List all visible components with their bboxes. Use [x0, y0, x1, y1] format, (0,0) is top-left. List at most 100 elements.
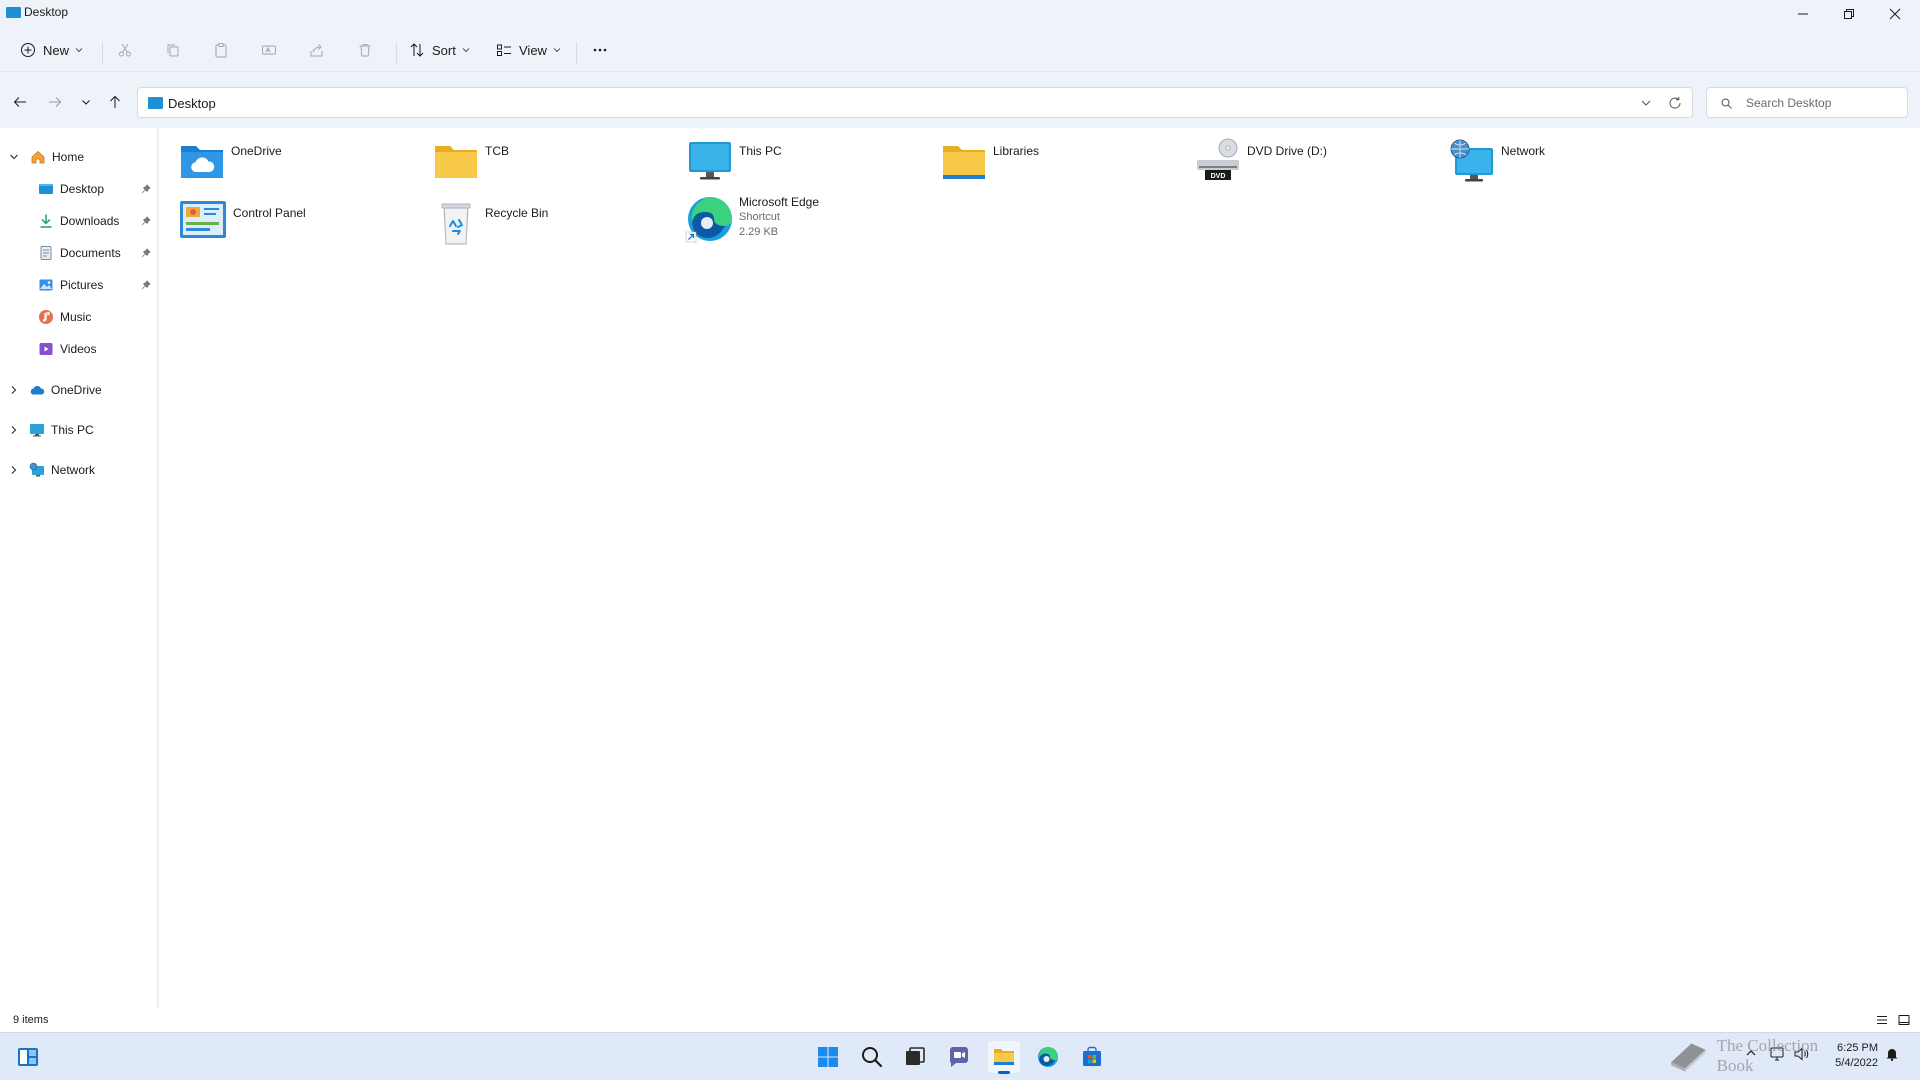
- copy-icon: [167, 44, 179, 57]
- minimize-icon: [1798, 13, 1808, 15]
- file-name: Recycle Bin: [485, 206, 549, 220]
- file-item[interactable]: DVD DVD Drive (D:): [1195, 138, 1327, 184]
- file-item[interactable]: Network: [1449, 138, 1545, 184]
- view-button[interactable]: View: [496, 36, 561, 64]
- chevron-down-icon[interactable]: [9, 152, 19, 162]
- edge-taskbar-button[interactable]: [1032, 1041, 1064, 1073]
- toolbar-separator: [576, 42, 577, 64]
- file-name: TCB: [485, 144, 509, 158]
- chevron-down-icon: [553, 48, 561, 53]
- back-button[interactable]: [10, 92, 30, 112]
- sort-icon: [410, 43, 424, 57]
- dvd-badge: DVD: [1211, 173, 1226, 180]
- sidebar-item-desktop[interactable]: Desktop: [0, 177, 158, 201]
- close-icon: [1889, 8, 1901, 20]
- share-button[interactable]: [309, 36, 325, 64]
- task-view-button[interactable]: [899, 1041, 931, 1073]
- sidebar-item-downloads[interactable]: Downloads: [0, 209, 158, 233]
- chevron-right-icon[interactable]: [9, 465, 19, 475]
- address-path[interactable]: Desktop: [168, 96, 216, 111]
- file-item[interactable]: Libraries: [941, 138, 1039, 184]
- file-item[interactable]: Microsoft Edge Shortcut 2.29 KB: [685, 194, 819, 244]
- sidebar-item-network[interactable]: Network: [0, 458, 158, 482]
- forward-button[interactable]: [45, 92, 65, 112]
- pin-icon[interactable]: [141, 184, 151, 194]
- widgets-button[interactable]: [12, 1041, 44, 1073]
- search-taskbar-button[interactable]: [856, 1041, 888, 1073]
- up-button[interactable]: [105, 92, 125, 112]
- search-box[interactable]: [1706, 87, 1908, 118]
- sidebar-item-music[interactable]: Music: [0, 305, 158, 329]
- search-input[interactable]: [1746, 94, 1896, 112]
- rename-button[interactable]: [261, 36, 277, 64]
- new-label: New: [43, 42, 70, 58]
- chevron-down-icon[interactable]: [1640, 97, 1652, 109]
- clipboard-icon: [215, 43, 227, 58]
- folder-icon: [994, 1049, 1014, 1065]
- chevron-down-icon: [82, 100, 90, 105]
- chat-icon: [949, 1047, 968, 1067]
- paste-button[interactable]: [213, 36, 229, 64]
- start-button[interactable]: [812, 1041, 844, 1073]
- recent-locations-button[interactable]: [76, 92, 96, 112]
- sidebar-item-label: This PC: [51, 423, 94, 437]
- file-item[interactable]: TCB: [433, 138, 509, 184]
- close-button[interactable]: [1872, 0, 1918, 28]
- sidebar-item-home[interactable]: Home: [0, 145, 158, 169]
- restore-button[interactable]: [1826, 0, 1872, 28]
- file-explorer-taskbar-button[interactable]: [988, 1041, 1020, 1074]
- search-icon: [862, 1047, 883, 1068]
- pin-icon[interactable]: [141, 280, 151, 290]
- clock[interactable]: 6:25 PM 5/4/2022: [1835, 1041, 1878, 1071]
- sidebar-item-label: OneDrive: [51, 383, 102, 397]
- new-button[interactable]: New: [20, 36, 83, 64]
- chevron-right-icon[interactable]: [9, 425, 19, 435]
- sidebar-item-label: Music: [60, 310, 92, 324]
- more-options-button[interactable]: [592, 36, 608, 64]
- task-view-icon: [906, 1047, 925, 1065]
- pin-icon[interactable]: [141, 248, 151, 258]
- file-item[interactable]: This PC: [687, 138, 782, 184]
- address-bar[interactable]: Desktop: [137, 87, 1693, 118]
- store-icon: [1083, 1046, 1101, 1066]
- sidebar-item-label: Downloads: [60, 214, 120, 228]
- chat-button[interactable]: [943, 1041, 975, 1073]
- pin-icon[interactable]: [141, 216, 151, 226]
- sidebar-item-videos[interactable]: Videos: [0, 337, 158, 361]
- windows-logo-icon: [818, 1047, 838, 1067]
- refresh-icon[interactable]: [1668, 96, 1682, 110]
- item-count: 9 items: [13, 1014, 49, 1026]
- sidebar-item-this-pc[interactable]: This PC: [0, 418, 158, 442]
- chevron-right-icon[interactable]: [9, 385, 19, 395]
- file-name: Network: [1501, 144, 1546, 158]
- file-item[interactable]: OneDrive: [179, 138, 282, 184]
- details-view-icon[interactable]: [1876, 1014, 1888, 1026]
- sidebar-item-documents[interactable]: Documents: [0, 241, 158, 265]
- sidebar-item-pictures[interactable]: Pictures: [0, 273, 158, 297]
- edge-icon: [685, 197, 732, 243]
- sort-button[interactable]: Sort: [409, 36, 470, 64]
- sidebar-item-label: Documents: [60, 246, 121, 260]
- title-bar: Desktop: [0, 0, 1920, 26]
- command-bar: New Sort View: [0, 28, 1920, 72]
- notification-icon[interactable]: [1885, 1047, 1899, 1061]
- arrow-up-icon: [110, 95, 120, 108]
- file-size: 2.29 KB: [739, 226, 779, 238]
- file-item[interactable]: Recycle Bin: [433, 200, 548, 246]
- file-name: Microsoft Edge: [739, 195, 820, 209]
- file-name: DVD Drive (D:): [1247, 144, 1327, 158]
- store-taskbar-button[interactable]: [1076, 1041, 1108, 1073]
- arrow-right-icon: [49, 97, 62, 107]
- monitor-icon: [689, 142, 731, 180]
- cut-button[interactable]: [117, 36, 133, 64]
- view-label: View: [519, 42, 547, 58]
- file-item[interactable]: Control Panel: [179, 200, 306, 240]
- delete-button[interactable]: [357, 36, 373, 64]
- copy-button[interactable]: [165, 36, 181, 64]
- sidebar-item-onedrive[interactable]: OneDrive: [0, 378, 158, 402]
- picture-icon: [38, 277, 54, 293]
- chevron-down-icon: [75, 48, 83, 53]
- search-icon: [1721, 98, 1732, 109]
- minimize-button[interactable]: [1780, 0, 1826, 28]
- large-icons-view-icon[interactable]: [1898, 1014, 1910, 1026]
